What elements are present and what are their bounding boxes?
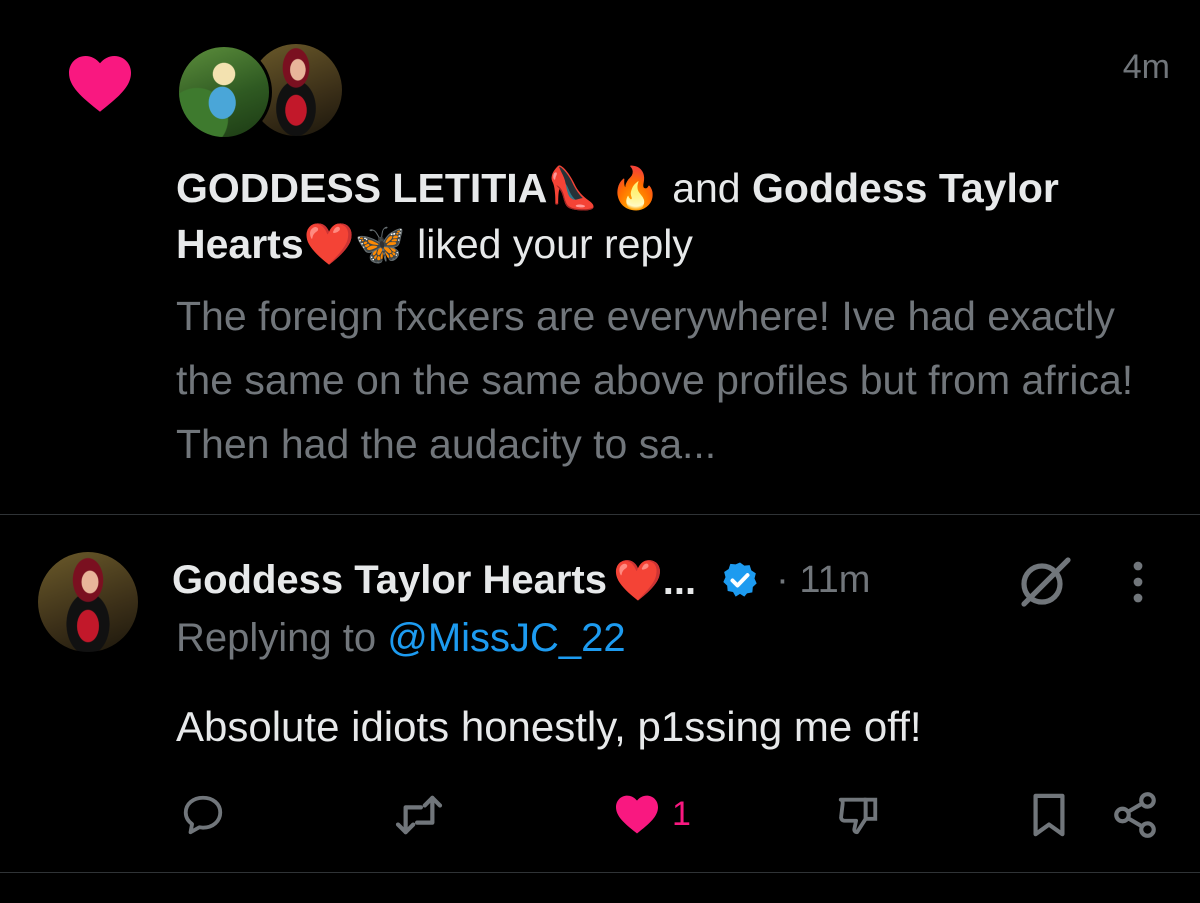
notification-timestamp: 4m: [1122, 48, 1170, 86]
dislike-icon[interactable]: [834, 792, 882, 838]
bookmark-icon[interactable]: [1030, 792, 1068, 838]
share-icon[interactable]: [1110, 790, 1160, 840]
replying-handle-link[interactable]: @MissJC_22: [387, 616, 625, 660]
grok-icon[interactable]: [1016, 556, 1072, 608]
more-options-icon[interactable]: [1126, 558, 1150, 606]
heart-icon: [616, 795, 658, 834]
liker-1-emoji: 👠 🔥: [547, 165, 661, 211]
avatar-goddess-letitia[interactable]: [176, 44, 272, 140]
reply-preview[interactable]: The foreign fxckers are everywhere! Ive …: [176, 284, 1166, 476]
connector-text: and: [660, 165, 753, 211]
like-button[interactable]: 1: [614, 790, 691, 838]
replying-to: Replying to @MissJC_22: [176, 616, 626, 661]
liker-name-1[interactable]: GODDESS LETITIA: [176, 165, 547, 211]
liker-2-emoji: ❤️🦋: [303, 221, 406, 267]
like-count: 1: [672, 794, 691, 833]
action-text: liked your reply: [405, 221, 693, 267]
heart-icon: [69, 55, 131, 112]
avatar[interactable]: [38, 552, 138, 652]
reply-icon[interactable]: [180, 792, 226, 838]
replying-prefix: Replying to: [176, 616, 388, 660]
verified-badge-icon: [723, 562, 757, 597]
tweet-text: Absolute idiots honestly, p1ssing me off…: [176, 703, 922, 750]
author-name[interactable]: Goddess Taylor Hearts: [172, 558, 607, 603]
tweet-time[interactable]: · 11m: [776, 559, 870, 602]
tweet-header: Goddess Taylor Hearts ❤️... · 11m: [172, 552, 870, 608]
retweet-icon[interactable]: [394, 794, 444, 836]
notification-text[interactable]: GODDESS LETITIA👠 🔥 and Goddess Taylor He…: [176, 160, 1136, 272]
author-emoji: ❤️...: [612, 558, 697, 603]
divider: [0, 872, 1200, 873]
divider: [0, 514, 1200, 515]
